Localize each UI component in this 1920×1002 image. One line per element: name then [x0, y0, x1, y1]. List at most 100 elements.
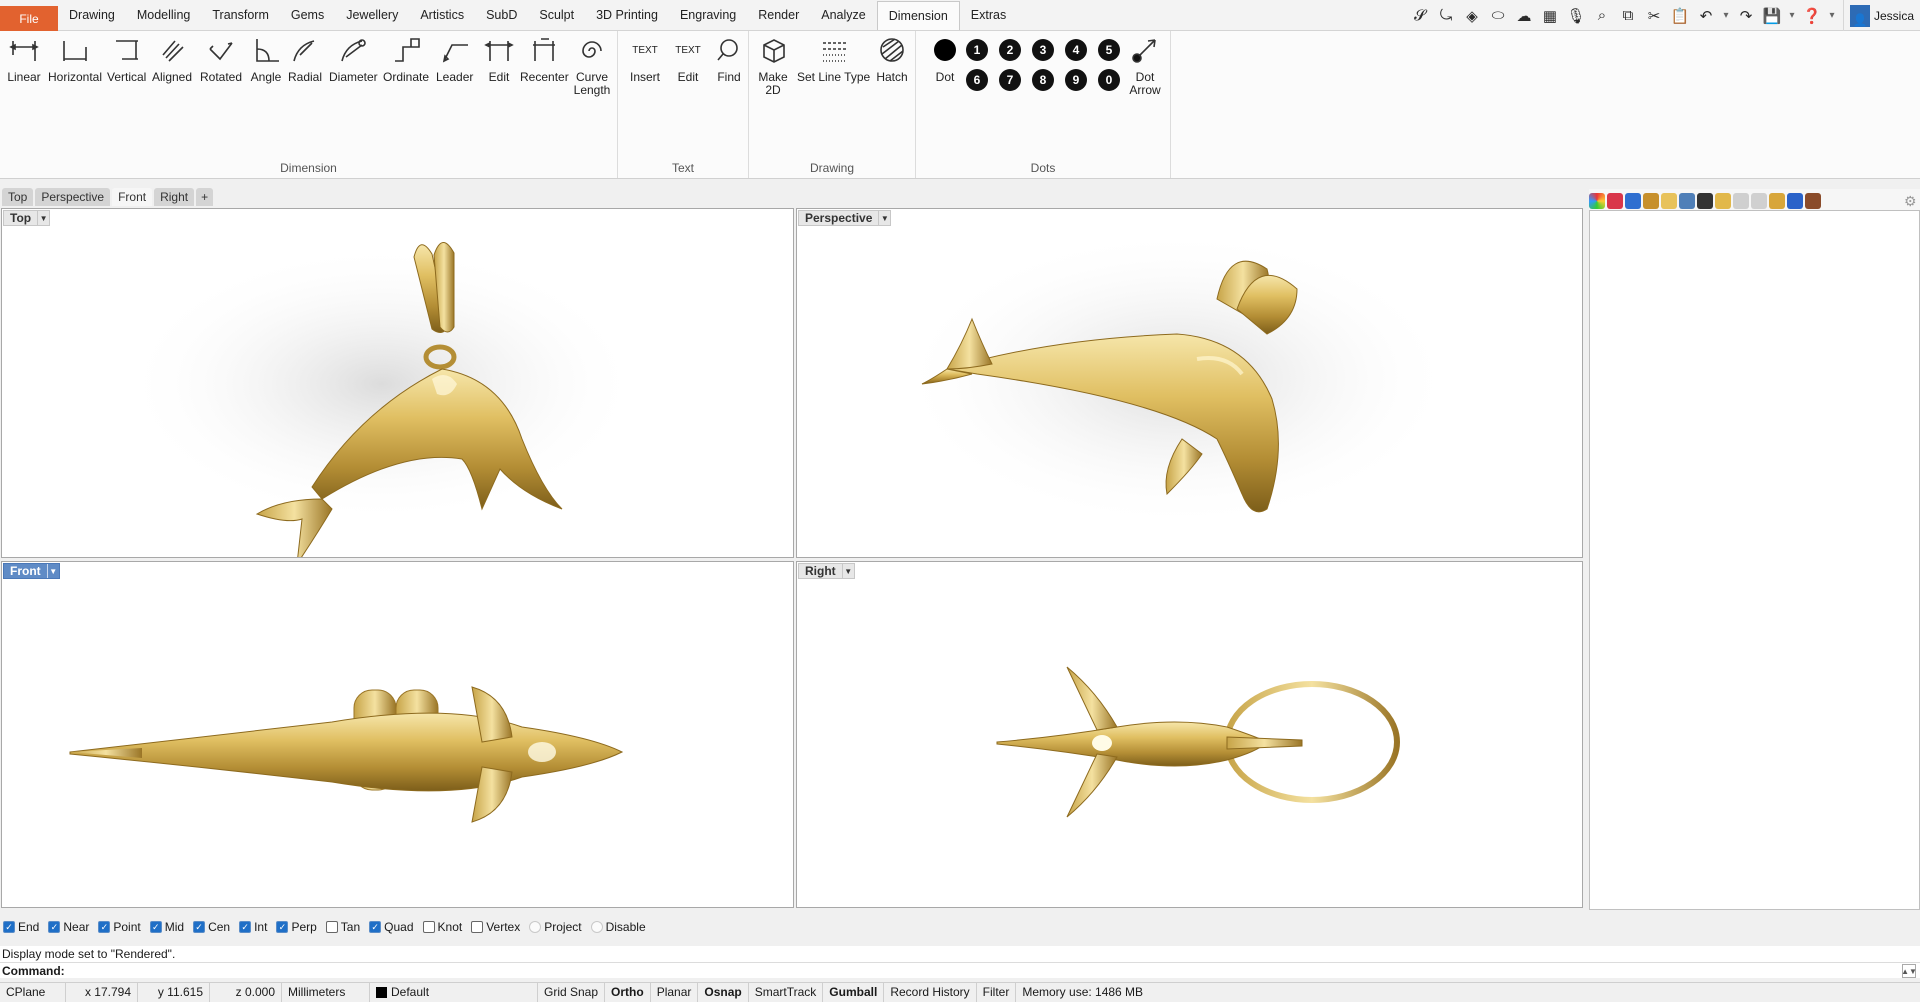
paste-icon[interactable]: 📋: [1667, 0, 1693, 31]
tool-make-2d[interactable]: Make 2D: [757, 33, 789, 97]
dot-number-5[interactable]: 5: [1098, 39, 1120, 61]
menu-analyze[interactable]: Analyze: [810, 0, 876, 30]
dot-number-0[interactable]: 0: [1098, 69, 1120, 91]
user-account[interactable]: 👤 Jessica: [1842, 0, 1920, 31]
render-icon[interactable]: [1805, 193, 1821, 209]
command-scroll-icon[interactable]: ▲▼: [1901, 964, 1917, 978]
osnap-perp[interactable]: ✓ Perp: [276, 920, 317, 934]
tool-edit-dimension[interactable]: Edit: [482, 33, 516, 84]
osnap-checkbox[interactable]: ✓: [276, 921, 289, 933]
tool-radial[interactable]: Radial: [288, 33, 322, 84]
osnap-checkbox[interactable]: [325, 921, 338, 933]
tab-perspective[interactable]: Perspective: [35, 188, 111, 206]
osnap-mid[interactable]: ✓ Mid: [149, 920, 184, 934]
units-button[interactable]: Millimeters: [282, 982, 370, 1002]
dot-number-8[interactable]: 8: [1032, 69, 1054, 91]
panel-gear-icon[interactable]: ⚙: [1904, 193, 1917, 210]
sphere-icon[interactable]: [1625, 193, 1641, 209]
osnap-quad[interactable]: ✓ Quad: [369, 920, 414, 934]
add-viewport-tab-button[interactable]: +: [196, 188, 214, 206]
dot-number-4[interactable]: 4: [1065, 39, 1087, 61]
tool-ordinate[interactable]: Ordinate: [383, 33, 429, 84]
tab-right[interactable]: Right: [154, 188, 195, 206]
tool-vertical[interactable]: Vertical: [107, 33, 146, 84]
osnap-radio[interactable]: [529, 921, 542, 933]
tool-edit-text[interactable]: TEXT Edit: [671, 33, 705, 84]
osnap-radio[interactable]: [590, 921, 603, 933]
dot-number-2[interactable]: 2: [999, 39, 1021, 61]
clapper-icon[interactable]: ▦: [1537, 0, 1563, 31]
undo-icon[interactable]: ↶: [1693, 0, 1719, 31]
tool-curve-length[interactable]: Curve Length: [572, 33, 612, 97]
matrix-logo-icon[interactable]: 𝓢: [1407, 0, 1433, 31]
grid-snap-toggle[interactable]: Grid Snap: [538, 982, 606, 1002]
osnap-checkbox[interactable]: ✓: [193, 921, 206, 933]
osnap-cen[interactable]: ✓ Cen: [193, 920, 230, 934]
osnap-checkbox[interactable]: ✓: [48, 921, 61, 933]
tool-hatch[interactable]: Hatch: [875, 33, 909, 84]
tool-dot-arrow[interactable]: Dot Arrow: [1129, 33, 1161, 97]
calculator-icon[interactable]: [1751, 193, 1767, 209]
menu-extras[interactable]: Extras: [960, 0, 1017, 30]
viewport-label-top[interactable]: Top ▼: [3, 210, 51, 226]
bell-icon[interactable]: [1787, 193, 1803, 209]
osnap-toggle[interactable]: Osnap: [698, 982, 749, 1002]
microphone-icon[interactable]: 🎙: [1563, 0, 1589, 31]
smarttrack-toggle[interactable]: SmartTrack: [749, 982, 824, 1002]
menu-render[interactable]: Render: [747, 0, 810, 30]
layer-button[interactable]: Default: [370, 982, 538, 1002]
tool-leader[interactable]: Leader: [436, 33, 473, 84]
help-dropdown-icon[interactable]: ▾: [1825, 0, 1839, 31]
dot-number-7[interactable]: 7: [999, 69, 1021, 91]
menu-gems[interactable]: Gems: [280, 0, 335, 30]
menu-drawing[interactable]: Drawing: [58, 0, 126, 30]
gem-material-icon[interactable]: [1715, 193, 1731, 209]
osnap-checkbox[interactable]: [422, 921, 435, 933]
tool-angle[interactable]: Angle: [249, 33, 283, 84]
undo-dropdown-icon[interactable]: ▾: [1719, 0, 1733, 31]
curve-icon[interactable]: ⤿: [1433, 0, 1459, 31]
save-icon[interactable]: 💾: [1759, 0, 1785, 31]
menu-engraving[interactable]: Engraving: [669, 0, 747, 30]
tool-set-line-type[interactable]: Set Line Type: [797, 33, 870, 84]
shape-icon[interactable]: ⬭: [1485, 0, 1511, 31]
viewport-menu-arrow-icon[interactable]: ▼: [878, 211, 890, 225]
gumball-toggle[interactable]: Gumball: [823, 982, 885, 1002]
dot-number-6[interactable]: 6: [966, 69, 988, 91]
menu-artistics[interactable]: Artistics: [409, 0, 475, 30]
tab-top[interactable]: Top: [2, 188, 34, 206]
rg-icon[interactable]: [1697, 193, 1713, 209]
viewport-right[interactable]: Right ▼: [796, 561, 1583, 908]
menu-transform[interactable]: Transform: [201, 0, 280, 30]
filter-button[interactable]: Filter: [977, 982, 1017, 1002]
tool-aligned[interactable]: Aligned: [152, 33, 192, 84]
cloud-icon[interactable]: ☁: [1511, 0, 1537, 31]
record-history-toggle[interactable]: Record History: [884, 982, 977, 1002]
menu-3d-printing[interactable]: 3D Printing: [585, 0, 669, 30]
viewport-menu-arrow-icon[interactable]: ▼: [841, 564, 854, 578]
viewport-top[interactable]: Top ▼: [1, 208, 794, 558]
osnap-tan[interactable]: Tan: [325, 920, 360, 934]
heart-icon[interactable]: [1607, 193, 1623, 209]
copy-icon[interactable]: ⧉: [1615, 0, 1641, 31]
dot-number-1[interactable]: 1: [966, 39, 988, 61]
tool-diameter[interactable]: Diameter: [329, 33, 378, 84]
menu-subd[interactable]: SubD: [475, 0, 528, 30]
osnap-checkbox[interactable]: ✓: [369, 921, 382, 933]
osnap-checkbox[interactable]: [471, 921, 484, 933]
viewport-front[interactable]: Front ▼: [1, 561, 794, 908]
osnap-checkbox[interactable]: ✓: [149, 921, 162, 933]
zoom-selected-icon[interactable]: ⌕: [1589, 0, 1615, 31]
tool-linear[interactable]: Linear: [7, 33, 41, 84]
ortho-toggle[interactable]: Ortho: [605, 982, 651, 1002]
save-dropdown-icon[interactable]: ▾: [1785, 0, 1799, 31]
osnap-vertex[interactable]: Vertex: [471, 920, 520, 934]
planar-toggle[interactable]: Planar: [651, 982, 699, 1002]
menu-dimension[interactable]: Dimension: [876, 1, 960, 30]
help-icon[interactable]: ❓: [1799, 0, 1825, 31]
osnap-point[interactable]: ✓ Point: [98, 920, 141, 934]
viewport-menu-arrow-icon[interactable]: ▼: [37, 211, 49, 225]
viewport-menu-arrow-icon[interactable]: ▼: [46, 564, 59, 578]
folder-icon[interactable]: [1661, 193, 1677, 209]
cplane-button[interactable]: CPlane: [0, 982, 66, 1002]
